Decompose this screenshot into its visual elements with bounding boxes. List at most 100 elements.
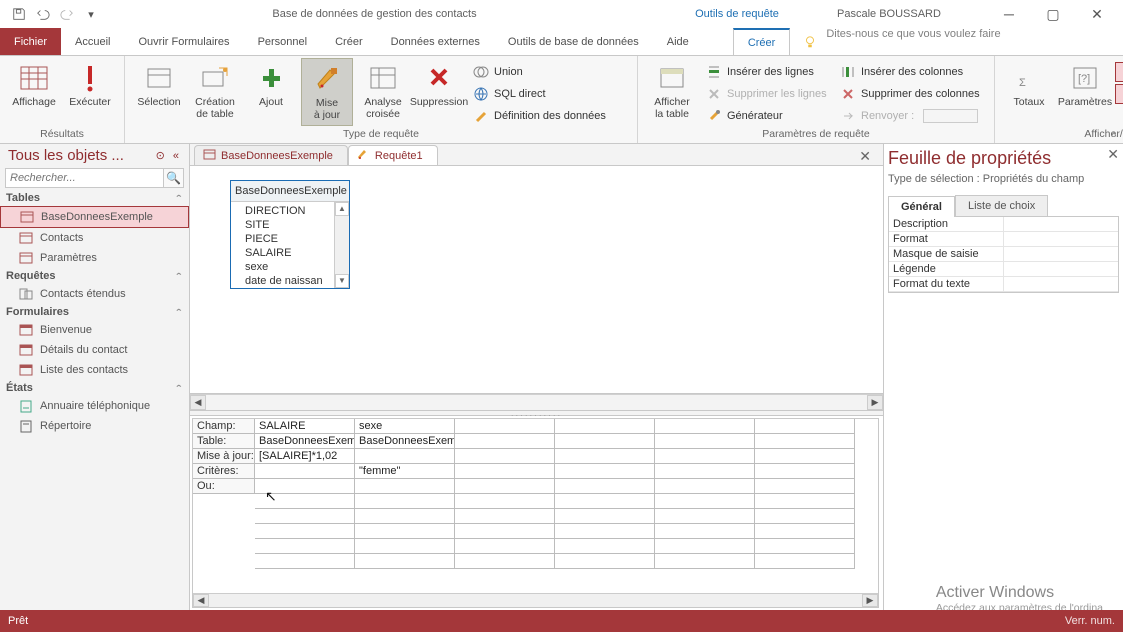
tell-me-input[interactable]: Dites-nous ce que vous voulez faire xyxy=(826,28,1123,55)
tab-query-tools-create[interactable]: Créer xyxy=(733,28,791,55)
delete-query-button[interactable]: Suppression xyxy=(413,58,465,113)
tab-dbtools[interactable]: Outils de base de données xyxy=(494,28,653,55)
datadef-button[interactable]: Définition des données xyxy=(469,106,629,126)
insert-rows-button[interactable]: Insérer des lignes xyxy=(702,62,832,82)
row-update: Mise à jour xyxy=(193,449,255,464)
save-icon[interactable] xyxy=(8,3,30,25)
nav-collapse-icon[interactable]: « xyxy=(169,150,183,162)
nav-cat-forms[interactable]: Formulaires⌃ xyxy=(0,304,189,320)
nav-item-repertoire[interactable]: Répertoire xyxy=(0,416,189,436)
nav-dropdown-icon[interactable]: ⊙ xyxy=(152,149,169,162)
sql-direct-button[interactable]: SQL direct xyxy=(469,84,629,104)
prop-tab-listchoix[interactable]: Liste de choix xyxy=(955,195,1048,216)
make-table-button[interactable]: Création de table xyxy=(189,58,241,124)
update-icon xyxy=(311,63,343,95)
tab-open-forms[interactable]: Ouvrir Formulaires xyxy=(124,28,243,55)
nav-cat-reports[interactable]: États⌃ xyxy=(0,380,189,396)
tab-create[interactable]: Créer xyxy=(321,28,377,55)
query-table-box[interactable]: BaseDonneesExemple DIRECTION SITE PIECE … xyxy=(230,180,350,289)
insert-cols-button[interactable]: Insérer des colonnes xyxy=(836,62,986,82)
delete-rows-button[interactable]: Supprimer les lignes xyxy=(702,84,832,104)
append-icon xyxy=(255,62,287,94)
user-name: Pascale BOUSSARD xyxy=(827,8,987,20)
minimize-button[interactable]: ─ xyxy=(987,0,1031,28)
close-button[interactable]: ✕ xyxy=(1075,0,1119,28)
ribbon: Affichage Exécuter Résultats Sélection C… xyxy=(0,56,1123,144)
upper-hscroll[interactable]: ◀▶ xyxy=(190,394,883,410)
fields-scrollbar[interactable]: ▲▼ xyxy=(334,202,349,288)
builder-button[interactable]: Générateur xyxy=(702,106,832,126)
totals-button[interactable]: Σ Totaux xyxy=(1003,58,1055,113)
collapse-ribbon-icon[interactable]: ˄ xyxy=(1111,129,1117,141)
doc-tab-requete1[interactable]: Requête1 xyxy=(348,145,438,165)
show-table-icon xyxy=(656,62,688,94)
close-doc-icon[interactable]: ✕ xyxy=(855,148,875,165)
row-table: Table xyxy=(193,434,255,449)
doc-tab-basedonnees[interactable]: BaseDonneesExemple xyxy=(194,145,348,165)
svg-text:[?]: [?] xyxy=(1078,73,1090,85)
row-or: Ou xyxy=(193,479,255,494)
form-icon xyxy=(18,343,34,357)
tab-home[interactable]: Accueil xyxy=(61,28,124,55)
return-button[interactable]: Renvoyer : xyxy=(836,106,986,126)
show-table-button[interactable]: Afficher la table xyxy=(646,58,698,124)
grid-hscroll[interactable]: ◀▶ xyxy=(193,593,878,607)
property-sheet-button[interactable]: Feuille de propriétés xyxy=(1115,62,1123,82)
status-bar: Prêt Verr. num. xyxy=(0,610,1123,632)
query-design-pane[interactable]: BaseDonneesExemple DIRECTION SITE PIECE … xyxy=(190,166,883,394)
prop-row[interactable]: Format du texte xyxy=(889,277,1118,292)
qat-customize-icon[interactable]: ▾ xyxy=(80,3,102,25)
tab-personnel[interactable]: Personnel xyxy=(244,28,322,55)
prop-row[interactable]: Description xyxy=(889,217,1118,232)
grid-cell[interactable]: sexe xyxy=(355,419,455,434)
tab-file[interactable]: Fichier xyxy=(0,28,61,55)
query-table-fields[interactable]: DIRECTION SITE PIECE SALAIRE sexe date d… xyxy=(231,202,349,288)
nav-item-contacts[interactable]: Contacts xyxy=(0,228,189,248)
redo-icon[interactable] xyxy=(56,3,78,25)
prop-row[interactable]: Légende xyxy=(889,262,1118,277)
nav-item-bienvenue[interactable]: Bienvenue xyxy=(0,320,189,340)
crosstab-button[interactable]: Analyse croisée xyxy=(357,58,409,124)
union-button[interactable]: Union xyxy=(469,62,629,82)
nav-item-basedonnees[interactable]: BaseDonneesExemple xyxy=(0,206,189,228)
query-table-title: BaseDonneesExemple xyxy=(231,181,349,202)
nav-item-details[interactable]: Détails du contact xyxy=(0,340,189,360)
update-button[interactable]: Mise à jour xyxy=(301,58,353,126)
parameters-button[interactable]: [?] Paramètres xyxy=(1059,58,1111,113)
tab-external[interactable]: Données externes xyxy=(377,28,494,55)
tell-me-bulb-icon[interactable] xyxy=(800,28,820,55)
quick-access-toolbar: ▾ xyxy=(0,3,102,25)
table-icon xyxy=(18,251,34,265)
select-query-icon xyxy=(143,62,175,94)
tab-help[interactable]: Aide xyxy=(653,28,703,55)
undo-icon[interactable] xyxy=(32,3,54,25)
nav-item-parametres[interactable]: Paramètres xyxy=(0,248,189,268)
table-names-button[interactable]: Noms des tables xyxy=(1115,84,1123,104)
nav-header[interactable]: Tous les objets ... ⊙ « xyxy=(0,144,189,166)
union-icon xyxy=(473,64,489,80)
group-label-querysetup: Paramètres de requête xyxy=(646,128,986,143)
nav-cat-queries[interactable]: Requêtes⌃ xyxy=(0,268,189,284)
nav-item-contacts-etendus[interactable]: Contacts étendus xyxy=(0,284,189,304)
select-query-button[interactable]: Sélection xyxy=(133,58,185,113)
append-button[interactable]: Ajout xyxy=(245,58,297,113)
search-icon[interactable]: 🔍 xyxy=(163,169,183,187)
propsheet-close-icon[interactable]: ✕ xyxy=(1107,146,1119,163)
run-button[interactable]: Exécuter xyxy=(64,58,116,113)
propsheet-subtitle: Type de sélection : Propriétés du champ xyxy=(888,173,1119,185)
maximize-button[interactable]: ▢ xyxy=(1031,0,1075,28)
grid-cell[interactable] xyxy=(455,419,555,434)
splitter[interactable]: ··········· xyxy=(190,410,883,416)
nav-item-liste[interactable]: Liste des contacts xyxy=(0,360,189,380)
prop-row[interactable]: Masque de saisie xyxy=(889,247,1118,262)
prop-tab-general[interactable]: Général xyxy=(888,196,955,217)
view-button[interactable]: Affichage xyxy=(8,58,60,113)
nav-cat-tables[interactable]: Tables⌃ xyxy=(0,190,189,206)
prop-row[interactable]: Format xyxy=(889,232,1118,247)
nav-item-annuaire[interactable]: Annuaire téléphonique xyxy=(0,396,189,416)
group-results: Affichage Exécuter Résultats xyxy=(0,56,125,143)
search-input[interactable] xyxy=(6,170,163,186)
delete-cols-button[interactable]: Supprimer des colonnes xyxy=(836,84,986,104)
row-champ: Champ xyxy=(193,419,255,434)
grid-cell[interactable]: SALAIRE xyxy=(255,419,355,434)
